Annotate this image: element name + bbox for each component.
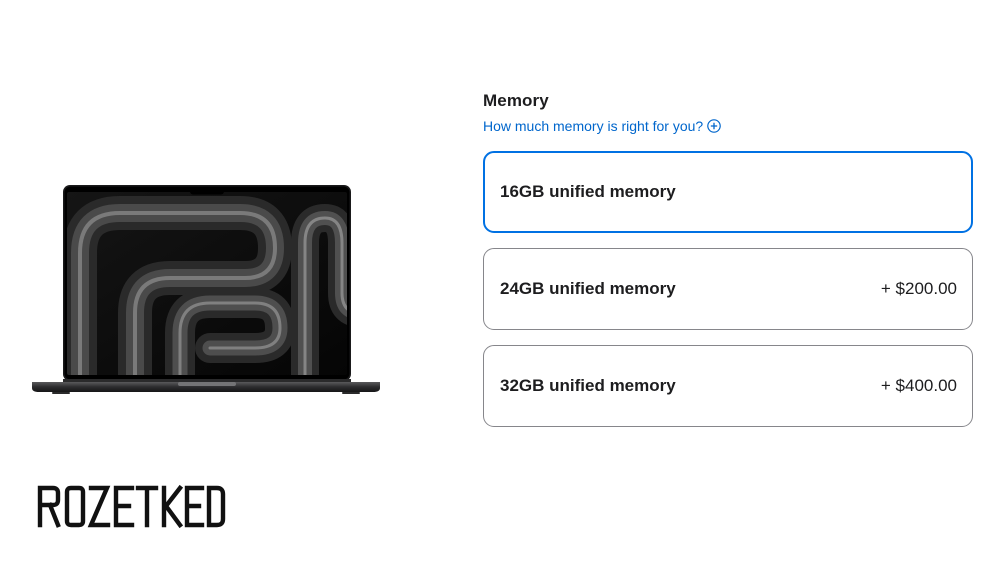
memory-option-price: + $400.00: [880, 376, 957, 395]
memory-help-link-text: How much memory is right for you?: [483, 118, 704, 134]
plus-circle-icon: [707, 119, 721, 133]
memory-option-label: 16GB unified memory: [500, 182, 676, 201]
memory-option-32gb[interactable]: 32GB unified memory + $400.00: [483, 345, 973, 427]
laptop-image: [30, 183, 382, 398]
memory-option-price: + $200.00: [880, 279, 957, 298]
memory-heading: Memory: [483, 91, 549, 110]
memory-help-link[interactable]: How much memory is right for you?: [483, 117, 721, 135]
memory-option-label: 24GB unified memory: [500, 279, 676, 298]
memory-option-label: 32GB unified memory: [500, 376, 676, 395]
rozetked-watermark: [36, 482, 226, 532]
memory-option-16gb[interactable]: 16GB unified memory: [483, 151, 973, 233]
memory-option-24gb[interactable]: 24GB unified memory + $200.00: [483, 248, 973, 330]
